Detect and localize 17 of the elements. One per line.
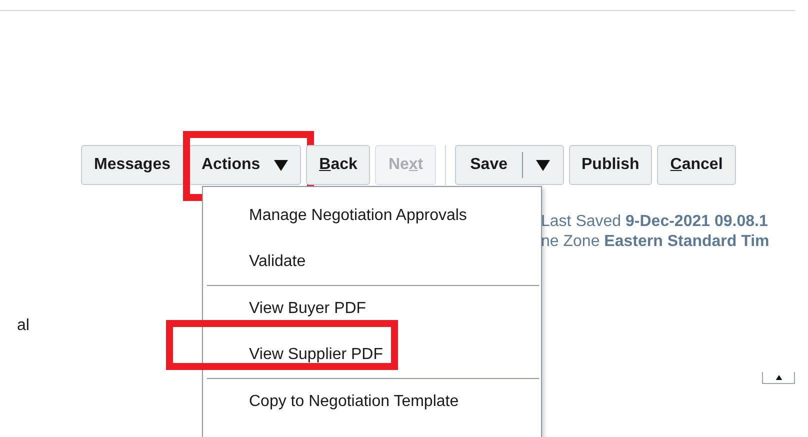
caret-up-icon xyxy=(774,375,782,380)
last-saved-text: Last Saved 9-Dec-2021 09.08.1 xyxy=(541,212,769,232)
field-label: al xyxy=(17,317,30,335)
menu-item[interactable]: Copy to Negotiation Template xyxy=(249,393,459,411)
actions-menu-button[interactable]: Actions xyxy=(188,145,302,185)
menu-item[interactable]: Validate xyxy=(249,253,306,271)
menu-item[interactable]: View Supplier PDF xyxy=(249,346,383,364)
toolbar-button[interactable]: Messages xyxy=(81,145,184,185)
toolbar-button[interactable]: Publish xyxy=(568,145,652,185)
toolbar-button[interactable]: Cancel xyxy=(657,145,736,185)
scroll-up-button[interactable] xyxy=(762,372,795,384)
caret-down-icon xyxy=(536,160,550,170)
toolbar-button[interactable]: Back xyxy=(306,145,370,185)
menu-item[interactable]: View Buyer PDF xyxy=(249,300,366,318)
caret-down-icon xyxy=(274,160,288,170)
time-zone-text: ne Zone Eastern Standard Tim xyxy=(541,232,770,252)
menu-item[interactable]: Manage Negotiation Approvals xyxy=(249,207,467,225)
